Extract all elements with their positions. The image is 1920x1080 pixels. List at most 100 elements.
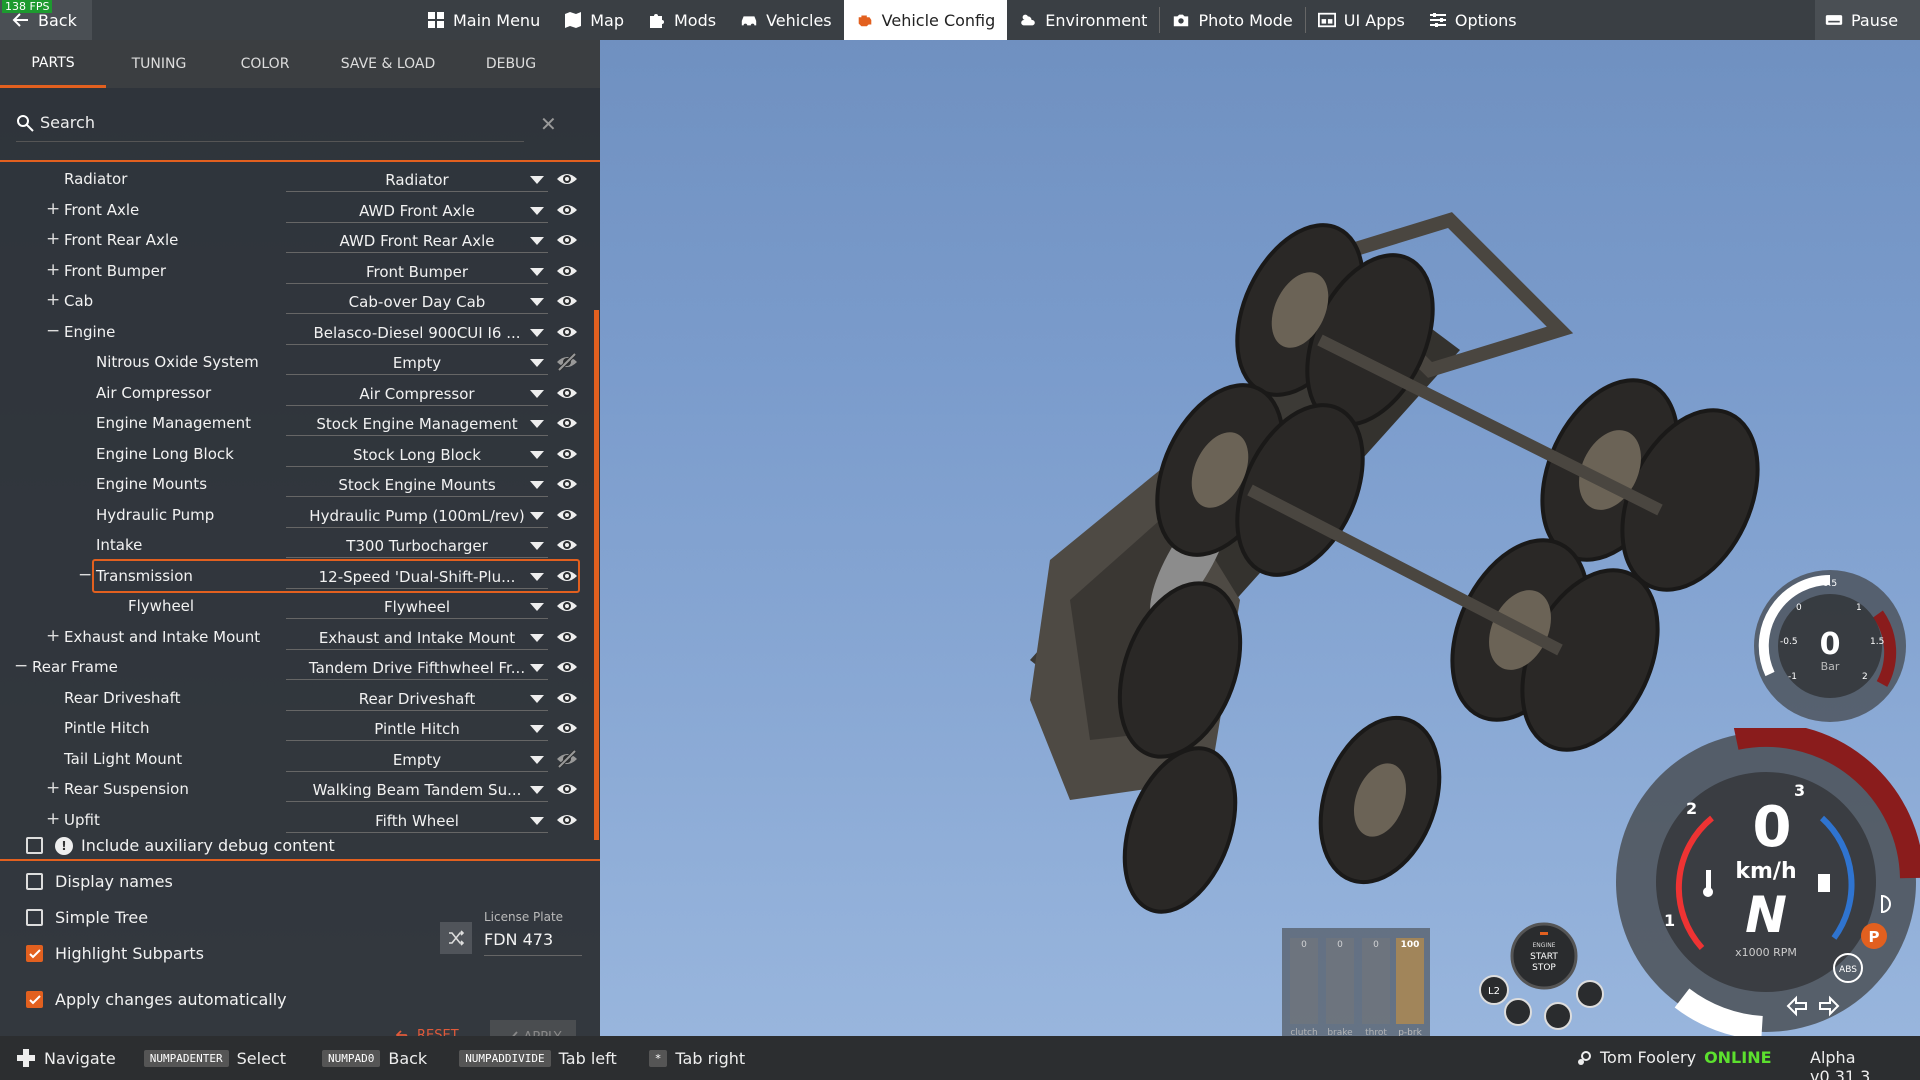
chevron-down-icon[interactable]	[530, 267, 544, 276]
chevron-down-icon[interactable]	[530, 481, 544, 489]
search-input[interactable]: Search	[16, 104, 524, 142]
option-aux-debug[interactable]: ! Include auxiliary debug content	[26, 836, 335, 855]
part-row[interactable]: Engine Long Block Stock Long Block	[0, 439, 600, 469]
eye-icon[interactable]	[556, 322, 578, 342]
close-icon[interactable]: ✕	[540, 112, 557, 136]
tab-tuning[interactable]: TUNING	[106, 40, 212, 88]
part-row[interactable]: Engine Mounts Stock Engine Mounts	[0, 469, 600, 499]
nav-main-menu[interactable]: Main Menu	[415, 0, 552, 40]
eye-icon[interactable]	[556, 413, 578, 433]
eye-icon[interactable]	[556, 779, 578, 799]
part-row[interactable]: − Engine Belasco-Diesel 900CUI I6 ...	[0, 317, 600, 347]
apply-auto-checkbox[interactable]	[26, 991, 43, 1008]
part-select[interactable]: Stock Engine Management	[286, 410, 548, 436]
part-select[interactable]: Stock Engine Mounts	[286, 471, 548, 497]
license-plate-input[interactable]: FDN 473	[484, 930, 582, 956]
part-select[interactable]: Cab-over Day Cab	[286, 288, 548, 314]
tab-debug[interactable]: DEBUG	[458, 40, 564, 88]
chevron-down-icon[interactable]	[530, 328, 544, 337]
part-select[interactable]: Empty	[286, 349, 548, 375]
expand-toggle-icon[interactable]: +	[46, 199, 60, 219]
chevron-down-icon[interactable]	[530, 755, 544, 764]
part-row[interactable]: Nitrous Oxide System Empty	[0, 347, 600, 377]
expand-toggle-icon[interactable]: −	[78, 565, 92, 585]
part-row[interactable]: Hydraulic Pump Hydraulic Pump (100mL/rev)	[0, 500, 600, 530]
nav-ui-apps[interactable]: UI Apps	[1306, 0, 1417, 40]
nav-mods[interactable]: Mods	[636, 0, 728, 40]
chevron-down-icon[interactable]	[530, 359, 544, 367]
expand-toggle-icon[interactable]: +	[46, 229, 60, 249]
part-row[interactable]: + Rear Suspension Walking Beam Tandem Su..…	[0, 774, 600, 804]
part-select[interactable]: AWD Front Rear Axle	[286, 227, 548, 253]
chevron-down-icon[interactable]	[530, 420, 544, 428]
chevron-down-icon[interactable]	[530, 206, 544, 215]
part-select[interactable]: Radiator	[286, 166, 548, 192]
eye-icon[interactable]	[556, 261, 578, 281]
eye-off-icon[interactable]	[556, 749, 578, 769]
nav-vehicles[interactable]: Vehicles	[728, 0, 844, 40]
part-row[interactable]: Air Compressor Air Compressor	[0, 378, 600, 408]
eye-off-icon[interactable]	[556, 352, 578, 372]
chevron-down-icon[interactable]	[530, 694, 544, 703]
pause-button[interactable]: Pause	[1815, 0, 1920, 40]
eye-icon[interactable]	[556, 627, 578, 647]
chevron-down-icon[interactable]	[530, 389, 544, 398]
part-select[interactable]: Empty	[286, 746, 548, 772]
eye-icon[interactable]	[556, 291, 578, 311]
expand-toggle-icon[interactable]: +	[46, 290, 60, 310]
chevron-down-icon[interactable]	[530, 633, 544, 642]
eye-icon[interactable]	[556, 810, 578, 830]
part-row[interactable]: + Front Bumper Front Bumper	[0, 256, 600, 286]
eye-icon[interactable]	[556, 505, 578, 525]
expand-toggle-icon[interactable]: +	[46, 809, 60, 829]
nav-environment[interactable]: Environment	[1007, 0, 1159, 40]
part-select[interactable]: Front Bumper	[286, 258, 548, 284]
expand-toggle-icon[interactable]: +	[46, 626, 60, 646]
part-select[interactable]: 12-Speed 'Dual-Shift-Plu...	[286, 563, 548, 589]
part-select[interactable]: Walking Beam Tandem Su...	[286, 776, 548, 802]
nav-options[interactable]: Options	[1417, 0, 1529, 40]
part-select[interactable]: Exhaust and Intake Mount	[286, 624, 548, 650]
nav-map[interactable]: Map	[552, 0, 636, 40]
eye-icon[interactable]	[556, 444, 578, 464]
part-select[interactable]: Pintle Hitch	[286, 715, 548, 741]
chevron-down-icon[interactable]	[530, 450, 544, 459]
nav-vehicle-config[interactable]: Vehicle Config	[843, 0, 1008, 40]
part-row[interactable]: Engine Management Stock Engine Management	[0, 408, 600, 438]
option-highlight-subparts[interactable]: Highlight Subparts	[26, 944, 204, 963]
eye-icon[interactable]	[556, 383, 578, 403]
part-row[interactable]: Rear Driveshaft Rear Driveshaft	[0, 683, 600, 713]
chevron-down-icon[interactable]	[530, 664, 544, 672]
eye-icon[interactable]	[556, 566, 578, 586]
part-select[interactable]: AWD Front Axle	[286, 197, 548, 223]
part-row[interactable]: Flywheel Flywheel	[0, 591, 600, 621]
tab-parts[interactable]: PARTS	[0, 40, 106, 88]
chevron-down-icon[interactable]	[530, 298, 544, 306]
user-status[interactable]: Tom Foolery ONLINE	[1576, 1048, 1772, 1067]
chevron-down-icon[interactable]	[530, 542, 544, 550]
part-row[interactable]: + Cab Cab-over Day Cab	[0, 286, 600, 316]
highlight-subparts-checkbox[interactable]	[26, 945, 43, 962]
option-display-names[interactable]: Display names	[26, 872, 173, 891]
part-row[interactable]: Radiator Radiator	[0, 164, 600, 194]
chevron-down-icon[interactable]	[530, 603, 544, 611]
aux-debug-checkbox[interactable]	[26, 837, 43, 854]
chevron-down-icon[interactable]	[530, 237, 544, 245]
chevron-down-icon[interactable]	[530, 816, 544, 825]
part-select[interactable]: Belasco-Diesel 900CUI I6 ...	[286, 319, 548, 345]
expand-toggle-icon[interactable]: +	[46, 778, 60, 798]
eye-icon[interactable]	[556, 230, 578, 250]
part-row[interactable]: Intake T300 Turbocharger	[0, 530, 600, 560]
tree-scrollbar[interactable]	[594, 310, 599, 840]
part-row[interactable]: + Front Axle AWD Front Axle	[0, 195, 600, 225]
part-select[interactable]: Hydraulic Pump (100mL/rev)	[286, 502, 548, 528]
chevron-down-icon[interactable]	[530, 725, 544, 733]
expand-toggle-icon[interactable]: +	[46, 260, 60, 280]
part-select[interactable]: T300 Turbocharger	[286, 532, 548, 558]
eye-icon[interactable]	[556, 688, 578, 708]
option-apply-auto[interactable]: Apply changes automatically	[26, 990, 287, 1009]
eye-icon[interactable]	[556, 718, 578, 738]
tab-color[interactable]: COLOR	[212, 40, 318, 88]
display-names-checkbox[interactable]	[26, 873, 43, 890]
randomize-plate-button[interactable]	[440, 922, 472, 954]
